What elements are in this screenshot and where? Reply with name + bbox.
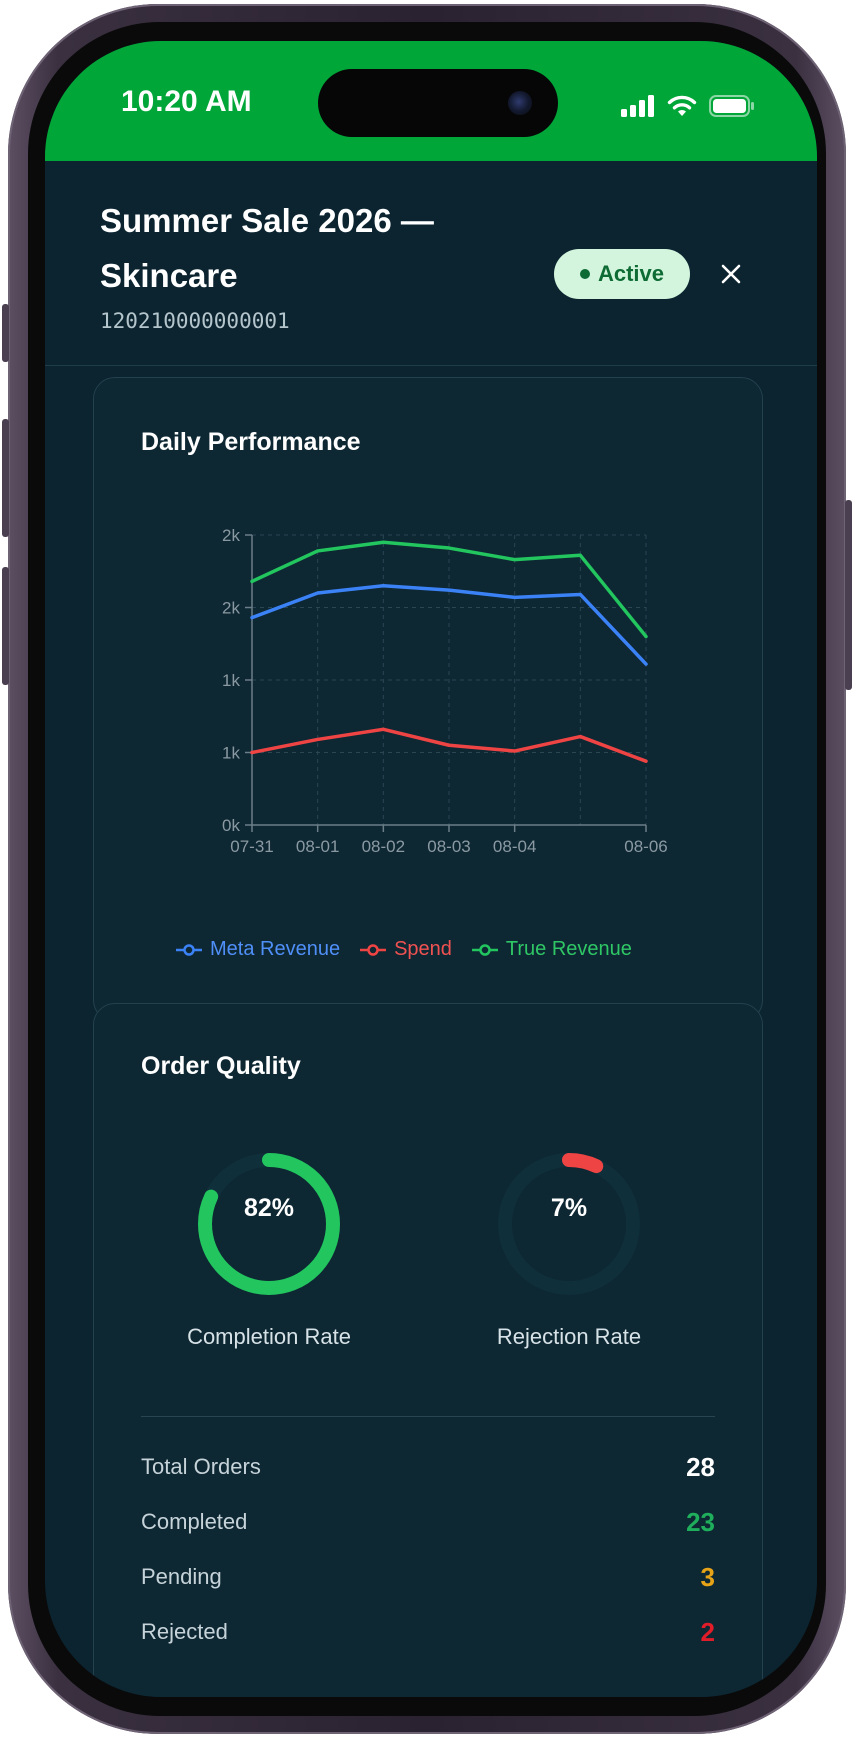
completion-rate-label: Completion Rate [187, 1324, 351, 1349]
y-tick-label: 2k [222, 526, 240, 545]
rejection-rate-gauge: 7% Rejection Rate [479, 1134, 659, 1349]
stat-value: 2 [700, 1616, 715, 1647]
stat-value: 23 [686, 1506, 715, 1537]
stat-row-completed: Completed 23 [141, 1502, 715, 1542]
legend-meta-revenue[interactable]: Meta Revenue [176, 938, 340, 961]
campaign-title: Summer Sale 2026 — Skincare [100, 202, 434, 294]
x-tick-label: 08-04 [493, 837, 536, 856]
legend-true-revenue-label: True Revenue [505, 938, 632, 960]
stat-value: 3 [700, 1561, 715, 1592]
rejection-rate-label: Rejection Rate [496, 1324, 642, 1349]
y-tick-label: 2k [222, 599, 240, 618]
daily-performance-card: Daily Performance 0k 1k 1k 2k 2k 07-31 08-01 08… [93, 377, 763, 1022]
x-tick-label: 08-06 [624, 837, 667, 856]
series-line-spend [250, 727, 648, 763]
x-tick-label: 08-03 [427, 837, 470, 856]
completion-rate-value: 82% [243, 1194, 295, 1222]
legend-meta-revenue-label: Meta Revenue [210, 938, 341, 960]
stat-row-pending: Pending 3 [141, 1557, 715, 1597]
order-quality-card: Order Quality 82% Completion Rate 7% Rej… [93, 1003, 763, 1697]
chart-legend: Meta Revenue Spend True Revenue [176, 938, 632, 961]
rejection-rate-ring [498, 1153, 640, 1295]
battery-icon [709, 95, 754, 117]
volume-down-button [2, 567, 9, 685]
legend-true-revenue[interactable]: True Revenue [471, 938, 632, 961]
stat-row-rejected: Rejected 2 [141, 1612, 715, 1652]
x-tick-label: 08-01 [296, 837, 339, 856]
x-tick-label: 08-02 [362, 837, 405, 856]
close-icon[interactable] [714, 257, 748, 291]
volume-up-button [2, 419, 9, 537]
completion-rate-gauge: 82% Completion Rate [179, 1134, 359, 1349]
rejection-rate-value: 7% [550, 1194, 588, 1222]
x-tick-label: 07-31 [230, 837, 273, 856]
order-quality-title: Order Quality [141, 1052, 301, 1080]
legend-true-revenue-icon [471, 943, 498, 956]
campaign-header: Summer Sale 2026 — Skincare 120210000000… [45, 161, 817, 366]
screen: 10:20 AM Summer Sale 2026 — Skincare 120… [45, 41, 817, 1697]
stat-row-total-orders: Total Orders 28 [141, 1447, 715, 1487]
status-dot [579, 269, 590, 279]
status-badge: Active [554, 249, 690, 299]
action-button [2, 304, 9, 362]
campaign-id: 120210000000001 [100, 309, 290, 333]
status-time: 10:20 AM [121, 85, 252, 118]
legend-meta-revenue-icon [176, 943, 202, 956]
stat-label: Completed [141, 1509, 248, 1534]
dynamic-island [318, 69, 558, 137]
y-tick-label: 1k [222, 671, 240, 690]
y-tick-label: 1k [222, 744, 240, 763]
legend-spend-label: Spend [394, 938, 452, 960]
daily-performance-chart: 0k 1k 1k 2k 2k 07-31 08-01 08-02 08-03 08-04 08-06 [222, 526, 668, 856]
stat-label: Pending [141, 1564, 222, 1589]
signal-icon [621, 95, 654, 117]
stat-value: 28 [686, 1451, 715, 1482]
legend-spend[interactable]: Spend [360, 938, 452, 961]
y-tick-label: 0k [222, 816, 240, 835]
power-button [845, 500, 852, 690]
front-camera [508, 91, 532, 115]
completion-rate-ring [198, 1153, 340, 1295]
status-icons [621, 91, 755, 117]
stat-label: Total Orders [141, 1454, 261, 1479]
phone-frame: 10:20 AM Summer Sale 2026 — Skincare 120… [2, 4, 852, 1734]
stats-divider [141, 1416, 715, 1417]
status-bar: 10:20 AM [45, 41, 817, 161]
stat-label: Rejected [141, 1619, 228, 1644]
wifi-icon [667, 95, 697, 116]
status-badge-label: Active [597, 261, 665, 286]
legend-spend-icon [360, 943, 387, 956]
